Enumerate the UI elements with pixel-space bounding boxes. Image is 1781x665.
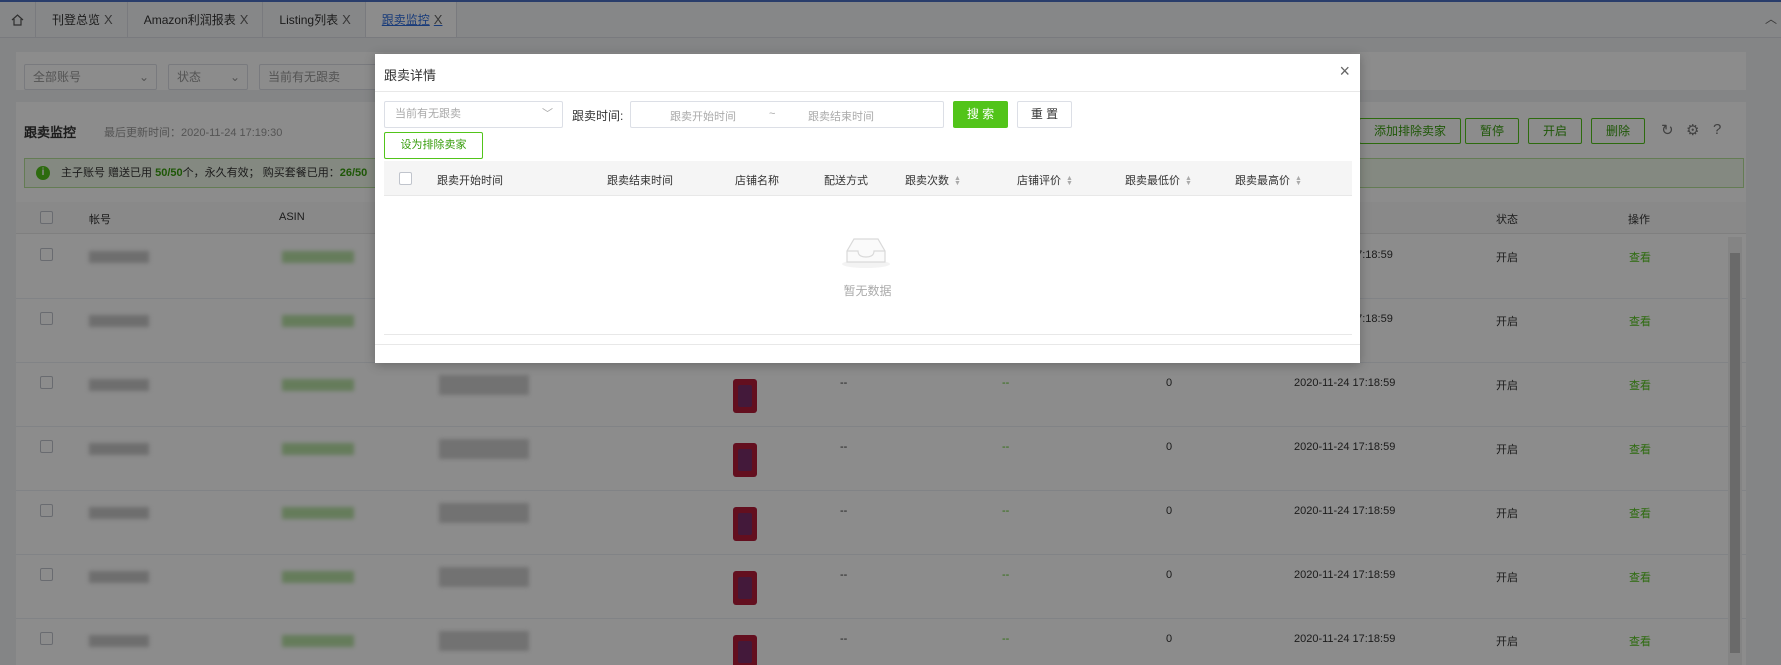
close-icon[interactable]: × — [1339, 61, 1350, 82]
col-label: 跟卖最高价 — [1235, 175, 1290, 187]
date-range-picker[interactable]: 跟卖开始时间 ~ 跟卖结束时间 — [630, 101, 944, 128]
empty-text: 暂无数据 — [843, 284, 892, 298]
dialog-header: 跟卖详情 × — [375, 54, 1360, 92]
col-delivery: 配送方式 — [824, 175, 868, 187]
col-min-price[interactable]: 跟卖最低价 ▲ ▼ — [1125, 172, 1192, 188]
col-label: 店铺评价 — [1017, 175, 1061, 187]
col-follow-count[interactable]: 跟卖次数 ▲ ▼ — [905, 172, 961, 188]
set-exclude-seller-button[interactable]: 设为排除卖家 — [384, 132, 483, 159]
divider — [384, 334, 1352, 335]
col-store-rating[interactable]: 店铺评价 ▲ ▼ — [1017, 172, 1073, 188]
chevron-down-icon: ﹀ — [542, 108, 553, 120]
time-label: 跟卖时间: — [572, 109, 624, 123]
sort-icon[interactable]: ▲ ▼ — [1066, 175, 1073, 187]
dialog-table-header: 跟卖开始时间 跟卖结束时间 店铺名称 配送方式 跟卖次数 ▲ ▼ 店铺评价 ▲ ▼ 跟卖… — [384, 161, 1352, 196]
select-all-checkbox[interactable] — [399, 172, 412, 185]
range-separator: ~ — [769, 108, 776, 120]
sort-icon[interactable]: ▲ ▼ — [1295, 175, 1302, 187]
divider — [375, 344, 1360, 345]
select-placeholder: 当前有无跟卖 — [395, 108, 461, 120]
col-end-time: 跟卖结束时间 — [607, 175, 673, 187]
follow-detail-dialog: 跟卖详情 × 当前有无跟卖 ﹀ 跟卖时间: 跟卖开始时间 ~ 跟卖结束时间 搜 … — [375, 54, 1360, 363]
reset-button[interactable]: 重 置 — [1017, 101, 1072, 128]
search-button[interactable]: 搜 索 — [953, 101, 1008, 128]
sort-icon[interactable]: ▲ ▼ — [954, 175, 961, 187]
col-max-price[interactable]: 跟卖最高价 ▲ ▼ — [1235, 172, 1302, 188]
col-label: 跟卖次数 — [905, 175, 949, 187]
sort-icon[interactable]: ▲ ▼ — [1185, 175, 1192, 187]
col-start-time: 跟卖开始时间 — [437, 175, 503, 187]
col-label: 跟卖最低价 — [1125, 175, 1180, 187]
has-follow-select[interactable]: 当前有无跟卖 ﹀ — [384, 101, 563, 128]
end-date-input[interactable]: 跟卖结束时间 — [808, 108, 874, 124]
start-date-input[interactable]: 跟卖开始时间 — [670, 108, 736, 124]
col-store-name: 店铺名称 — [735, 175, 779, 187]
dialog-title: 跟卖详情 — [384, 68, 437, 83]
empty-inbox-icon — [842, 238, 890, 268]
